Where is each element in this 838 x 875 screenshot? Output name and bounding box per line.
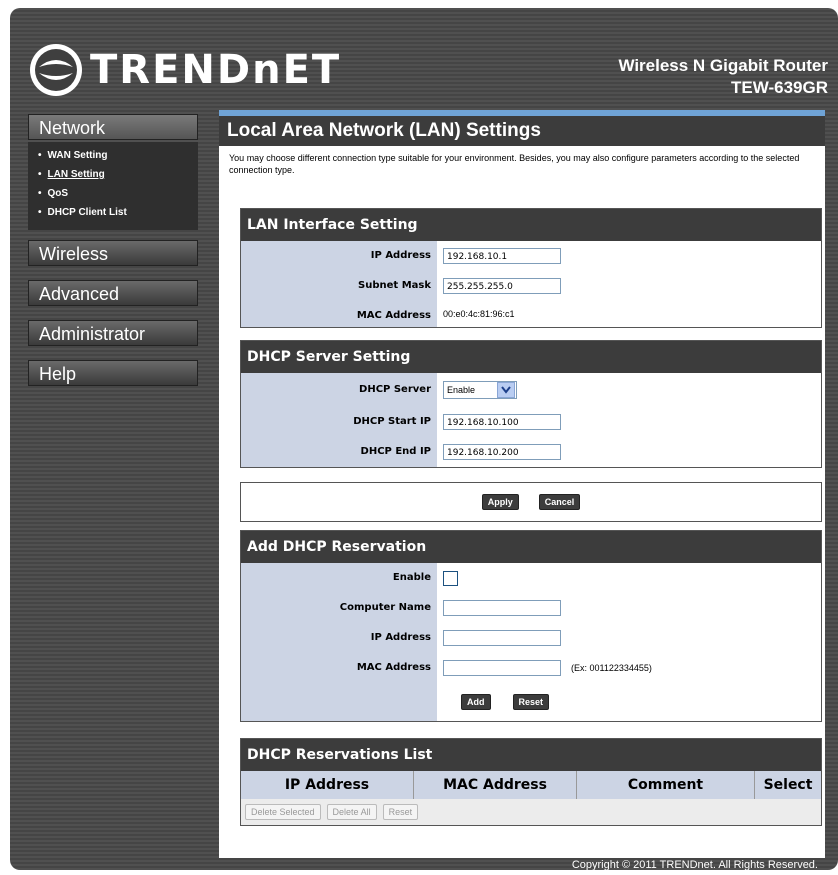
subnet-mask-label: Subnet Mask bbox=[241, 271, 437, 301]
trendnet-logo-icon bbox=[30, 44, 82, 96]
mac-address-label: MAC Address bbox=[241, 301, 437, 327]
spacer-cell bbox=[241, 683, 437, 721]
apply-button[interactable]: Apply bbox=[481, 494, 519, 510]
sidebar-wireless[interactable]: Wireless bbox=[28, 240, 198, 266]
col-ip-address: IP Address bbox=[241, 771, 414, 799]
sidebar-advanced[interactable]: Advanced bbox=[28, 280, 198, 306]
apply-cancel-bar: Apply Cancel bbox=[240, 482, 822, 522]
main-panel: Local Area Network (LAN) Settings You ma… bbox=[219, 110, 825, 858]
sidebar-network[interactable]: Network bbox=[28, 114, 198, 140]
lan-interface-section: LAN Interface Setting IP Address 192.168… bbox=[240, 208, 822, 328]
list-actions: Delete Selected Delete All Reset bbox=[241, 799, 821, 825]
list-reset-button[interactable]: Reset bbox=[382, 804, 419, 820]
col-comment: Comment bbox=[576, 771, 755, 799]
lan-interface-heading: LAN Interface Setting bbox=[241, 209, 821, 241]
product-line: Wireless N Gigabit Router bbox=[618, 56, 828, 75]
delete-selected-button[interactable]: Delete Selected bbox=[245, 804, 321, 820]
dhcp-end-ip-input[interactable]: 192.168.10.200 bbox=[443, 444, 561, 460]
lan-ip-input[interactable]: 192.168.10.1 bbox=[443, 248, 561, 264]
reset-button[interactable]: Reset bbox=[512, 694, 550, 710]
reservations-list-section: DHCP Reservations List IP Address MAC Ad… bbox=[240, 738, 822, 826]
copyright-text: Copyright © 2011 TRENDnet. All Rights Re… bbox=[571, 859, 818, 871]
chevron-down-icon[interactable] bbox=[497, 382, 515, 398]
sidebar-item-qos[interactable]: QoS bbox=[38, 184, 198, 203]
dhcp-server-select[interactable]: Enable bbox=[443, 381, 517, 399]
sidebar-item-lan-setting[interactable]: LAN Setting bbox=[38, 165, 198, 184]
sidebar-item-dhcp-client-list[interactable]: DHCP Client List bbox=[38, 203, 198, 222]
computer-name-label: Computer Name bbox=[241, 593, 437, 623]
ip-address-label: IP Address bbox=[241, 241, 437, 271]
sidebar-help[interactable]: Help bbox=[28, 360, 198, 386]
add-button[interactable]: Add bbox=[461, 694, 491, 710]
reservation-mac-label: MAC Address bbox=[241, 653, 437, 683]
mac-address-value: 00:e0:4c:81:96:c1 bbox=[443, 309, 515, 319]
reservations-table: IP Address MAC Address Comment Select bbox=[241, 771, 821, 799]
page-title: Local Area Network (LAN) Settings bbox=[219, 116, 825, 146]
enable-label: Enable bbox=[241, 563, 437, 593]
dhcp-start-ip-label: DHCP Start IP bbox=[241, 407, 437, 437]
mac-example-hint: (Ex: 001122334455) bbox=[571, 663, 652, 673]
add-reservation-section: Add DHCP Reservation Enable Computer Nam… bbox=[240, 530, 822, 722]
dhcp-server-section: DHCP Server Setting DHCP Server Enable D… bbox=[240, 340, 822, 468]
reservation-ip-input[interactable] bbox=[443, 630, 561, 646]
sidebar-item-wan-setting[interactable]: WAN Setting bbox=[38, 146, 198, 165]
dhcp-start-ip-input[interactable]: 192.168.10.100 bbox=[443, 414, 561, 430]
add-reservation-heading: Add DHCP Reservation bbox=[241, 531, 821, 563]
col-mac-address: MAC Address bbox=[413, 771, 577, 799]
sidebar-administrator[interactable]: Administrator bbox=[28, 320, 198, 346]
intro-text: You may choose different connection type… bbox=[229, 153, 800, 175]
dhcp-server-value: Enable bbox=[447, 385, 476, 395]
dhcp-server-heading: DHCP Server Setting bbox=[241, 341, 821, 373]
network-submenu: WAN Setting LAN Setting QoS DHCP Client … bbox=[28, 142, 198, 230]
cancel-button[interactable]: Cancel bbox=[538, 494, 581, 510]
reservation-ip-label: IP Address bbox=[241, 623, 437, 653]
delete-all-button[interactable]: Delete All bbox=[326, 804, 377, 820]
col-select: Select bbox=[754, 771, 821, 799]
subnet-mask-input[interactable]: 255.255.255.0 bbox=[443, 278, 561, 294]
reservation-mac-input[interactable] bbox=[443, 660, 561, 676]
product-title: Wireless N Gigabit Router TEW-639GR bbox=[618, 55, 828, 99]
enable-checkbox[interactable] bbox=[443, 570, 458, 586]
reservations-list-heading: DHCP Reservations List bbox=[241, 739, 821, 771]
computer-name-input[interactable] bbox=[443, 600, 561, 616]
product-model: TEW-639GR bbox=[731, 78, 828, 97]
brand-logo: TRENDnET bbox=[30, 44, 341, 96]
brand-name: TRENDnET bbox=[90, 47, 342, 93]
dhcp-server-label: DHCP Server bbox=[241, 373, 437, 407]
dhcp-end-ip-label: DHCP End IP bbox=[241, 437, 437, 467]
